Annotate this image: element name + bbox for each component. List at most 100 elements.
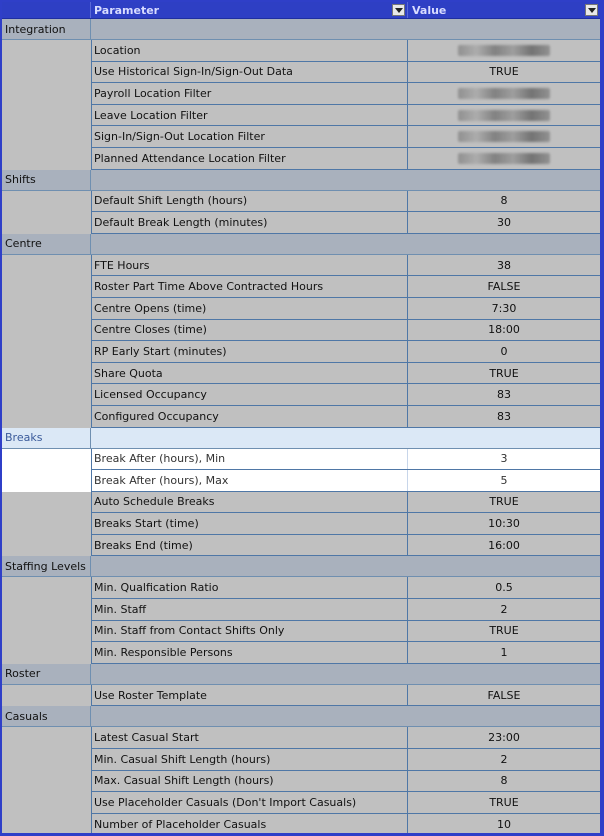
- value-cell-redacted[interactable]: [408, 40, 600, 61]
- table-row[interactable]: Min. Staff 2: [92, 599, 600, 621]
- table-row[interactable]: Leave Location Filter: [92, 104, 600, 127]
- value-cell[interactable]: 30: [408, 212, 600, 233]
- redacted-value: [458, 109, 550, 121]
- highlight-area: [2, 448, 91, 492]
- table-row[interactable]: Use Roster Template FALSE: [92, 684, 600, 707]
- value-cell[interactable]: TRUE: [408, 492, 600, 513]
- value-cell[interactable]: 3: [408, 449, 600, 470]
- parameter-cell: Payroll Location Filter: [92, 83, 408, 104]
- value-cell[interactable]: 10: [408, 814, 600, 833]
- group-name: Centre: [2, 233, 91, 254]
- parameter-cell: Licensed Occupancy: [92, 384, 408, 405]
- group-header[interactable]: Integration: [2, 19, 600, 40]
- parameter-filter-dropdown-icon[interactable]: [392, 4, 405, 16]
- table-row[interactable]: Min. Staff from Contact Shifts Only TRUE: [92, 620, 600, 643]
- value-cell-redacted[interactable]: [408, 105, 600, 126]
- header-parameter[interactable]: Parameter: [90, 2, 407, 18]
- value-cell[interactable]: 83: [408, 406, 600, 427]
- value-cell[interactable]: 18:00: [408, 320, 600, 341]
- table-row[interactable]: Breaks Start (time) 10:30: [92, 513, 600, 535]
- value-cell[interactable]: TRUE: [408, 62, 600, 83]
- table-row[interactable]: Location: [92, 40, 600, 62]
- value-cell[interactable]: TRUE: [408, 363, 600, 384]
- value-cell[interactable]: 0: [408, 341, 600, 362]
- value-cell[interactable]: 23:00: [408, 727, 600, 748]
- value-cell[interactable]: 83: [408, 384, 600, 405]
- value-cell-redacted[interactable]: [408, 148, 600, 169]
- value-cell-redacted[interactable]: [408, 126, 600, 147]
- parameter-cell: Roster Part Time Above Contracted Hours: [92, 276, 408, 297]
- table-row[interactable]: Centre Closes (time) 18:00: [92, 319, 600, 342]
- parameter-cell: FTE Hours: [92, 254, 408, 276]
- table-row[interactable]: Roster Part Time Above Contracted Hours F…: [92, 276, 600, 298]
- value-cell[interactable]: 10:30: [408, 513, 600, 534]
- value-cell[interactable]: 16:00: [408, 535, 600, 556]
- table-row[interactable]: Default Break Length (minutes) 30: [92, 212, 600, 234]
- table-row[interactable]: Planned Attendance Location Filter: [92, 147, 600, 170]
- table-row[interactable]: Break After (hours), Max 5: [92, 470, 600, 492]
- group-header[interactable]: Centre: [2, 233, 600, 255]
- value-cell[interactable]: 7:30: [408, 298, 600, 319]
- value-cell[interactable]: 8: [408, 771, 600, 792]
- value-cell[interactable]: FALSE: [408, 685, 600, 706]
- parameter-cell: Default Break Length (minutes): [92, 212, 408, 233]
- value-cell[interactable]: TRUE: [408, 621, 600, 642]
- group-header[interactable]: Shifts: [2, 169, 600, 191]
- group-name: Casuals: [2, 706, 91, 727]
- table-row[interactable]: Min. Qualfication Ratio 0.5: [92, 577, 600, 600]
- table-row[interactable]: Sign-In/Sign-Out Location Filter: [92, 126, 600, 148]
- group-rows: Min. Qualfication Ratio 0.5 Min. Staff 2 Min…: [91, 577, 600, 664]
- parameter-cell: Default Shift Length (hours): [92, 190, 408, 212]
- table-row[interactable]: Latest Casual Start 23:00: [92, 727, 600, 750]
- table-row[interactable]: Max. Casual Shift Length (hours) 8: [92, 770, 600, 793]
- value-cell[interactable]: 2: [408, 749, 600, 770]
- value-cell[interactable]: FALSE: [408, 276, 600, 297]
- header-value-label: Value: [412, 3, 447, 17]
- table-row[interactable]: Centre Opens (time) 7:30: [92, 297, 600, 320]
- group-rows: Use Roster Template FALSE: [91, 684, 600, 707]
- table-row[interactable]: Use Historical Sign-In/Sign-Out Data TRUE: [92, 61, 600, 84]
- table-row[interactable]: Break After (hours), Min 3: [92, 448, 600, 471]
- redacted-value: [458, 87, 550, 99]
- table-row[interactable]: FTE Hours 38: [92, 254, 600, 277]
- table-row[interactable]: Min. Responsible Persons 1: [92, 642, 600, 664]
- group-centre: Centre FTE Hours 38 Roster Part Time Above …: [2, 233, 600, 428]
- parameter-cell: Breaks Start (time): [92, 513, 408, 534]
- parameter-cell: Auto Schedule Breaks: [92, 491, 408, 513]
- value-cell[interactable]: 38: [408, 255, 600, 276]
- table-row[interactable]: Configured Occupancy 83: [92, 405, 600, 428]
- value-cell[interactable]: TRUE: [408, 792, 600, 813]
- parameter-cell: RP Early Start (minutes): [92, 341, 408, 362]
- table-row[interactable]: Licensed Occupancy 83: [92, 384, 600, 406]
- group-rows: Latest Casual Start 23:00 Min. Casual Shif…: [91, 727, 600, 833]
- value-cell[interactable]: 1: [408, 642, 600, 663]
- table-row[interactable]: Breaks End (time) 16:00: [92, 534, 600, 557]
- group-header[interactable]: Casuals: [2, 706, 600, 728]
- parameter-cell: Latest Casual Start: [92, 727, 408, 749]
- value-cell[interactable]: 8: [408, 191, 600, 212]
- table-row[interactable]: Payroll Location Filter: [92, 83, 600, 105]
- grid-header: Parameter Value: [2, 2, 600, 19]
- value-cell[interactable]: 5: [408, 470, 600, 491]
- group-header[interactable]: Roster: [2, 663, 600, 685]
- group-header[interactable]: Staffing Levels: [2, 556, 600, 578]
- header-value[interactable]: Value: [407, 2, 600, 18]
- table-row[interactable]: RP Early Start (minutes) 0: [92, 341, 600, 363]
- group-staffing-levels: Staffing Levels Min. Qualfication Ratio 0.…: [2, 556, 600, 664]
- table-row[interactable]: Number of Placeholder Casuals 10: [92, 813, 600, 833]
- group-integration: Integration Location Use Historical Sign-I…: [2, 19, 600, 170]
- value-cell-redacted[interactable]: [408, 83, 600, 104]
- settings-grid: Parameter Value Integration Location Use H…: [2, 2, 600, 833]
- value-filter-dropdown-icon[interactable]: [585, 4, 598, 16]
- table-row[interactable]: Default Shift Length (hours) 8: [92, 190, 600, 213]
- group-header[interactable]: Breaks: [2, 427, 600, 449]
- table-row[interactable]: Share Quota TRUE: [92, 362, 600, 385]
- value-cell[interactable]: 2: [408, 599, 600, 620]
- table-row[interactable]: Use Placeholder Casuals (Don't Import Ca…: [92, 792, 600, 814]
- table-row[interactable]: Auto Schedule Breaks TRUE: [92, 491, 600, 514]
- group-name: Staffing Levels: [2, 556, 91, 577]
- table-row[interactable]: Min. Casual Shift Length (hours) 2: [92, 749, 600, 771]
- parameter-cell: Min. Casual Shift Length (hours): [92, 749, 408, 770]
- redacted-value: [458, 44, 550, 56]
- value-cell[interactable]: 0.5: [408, 577, 600, 598]
